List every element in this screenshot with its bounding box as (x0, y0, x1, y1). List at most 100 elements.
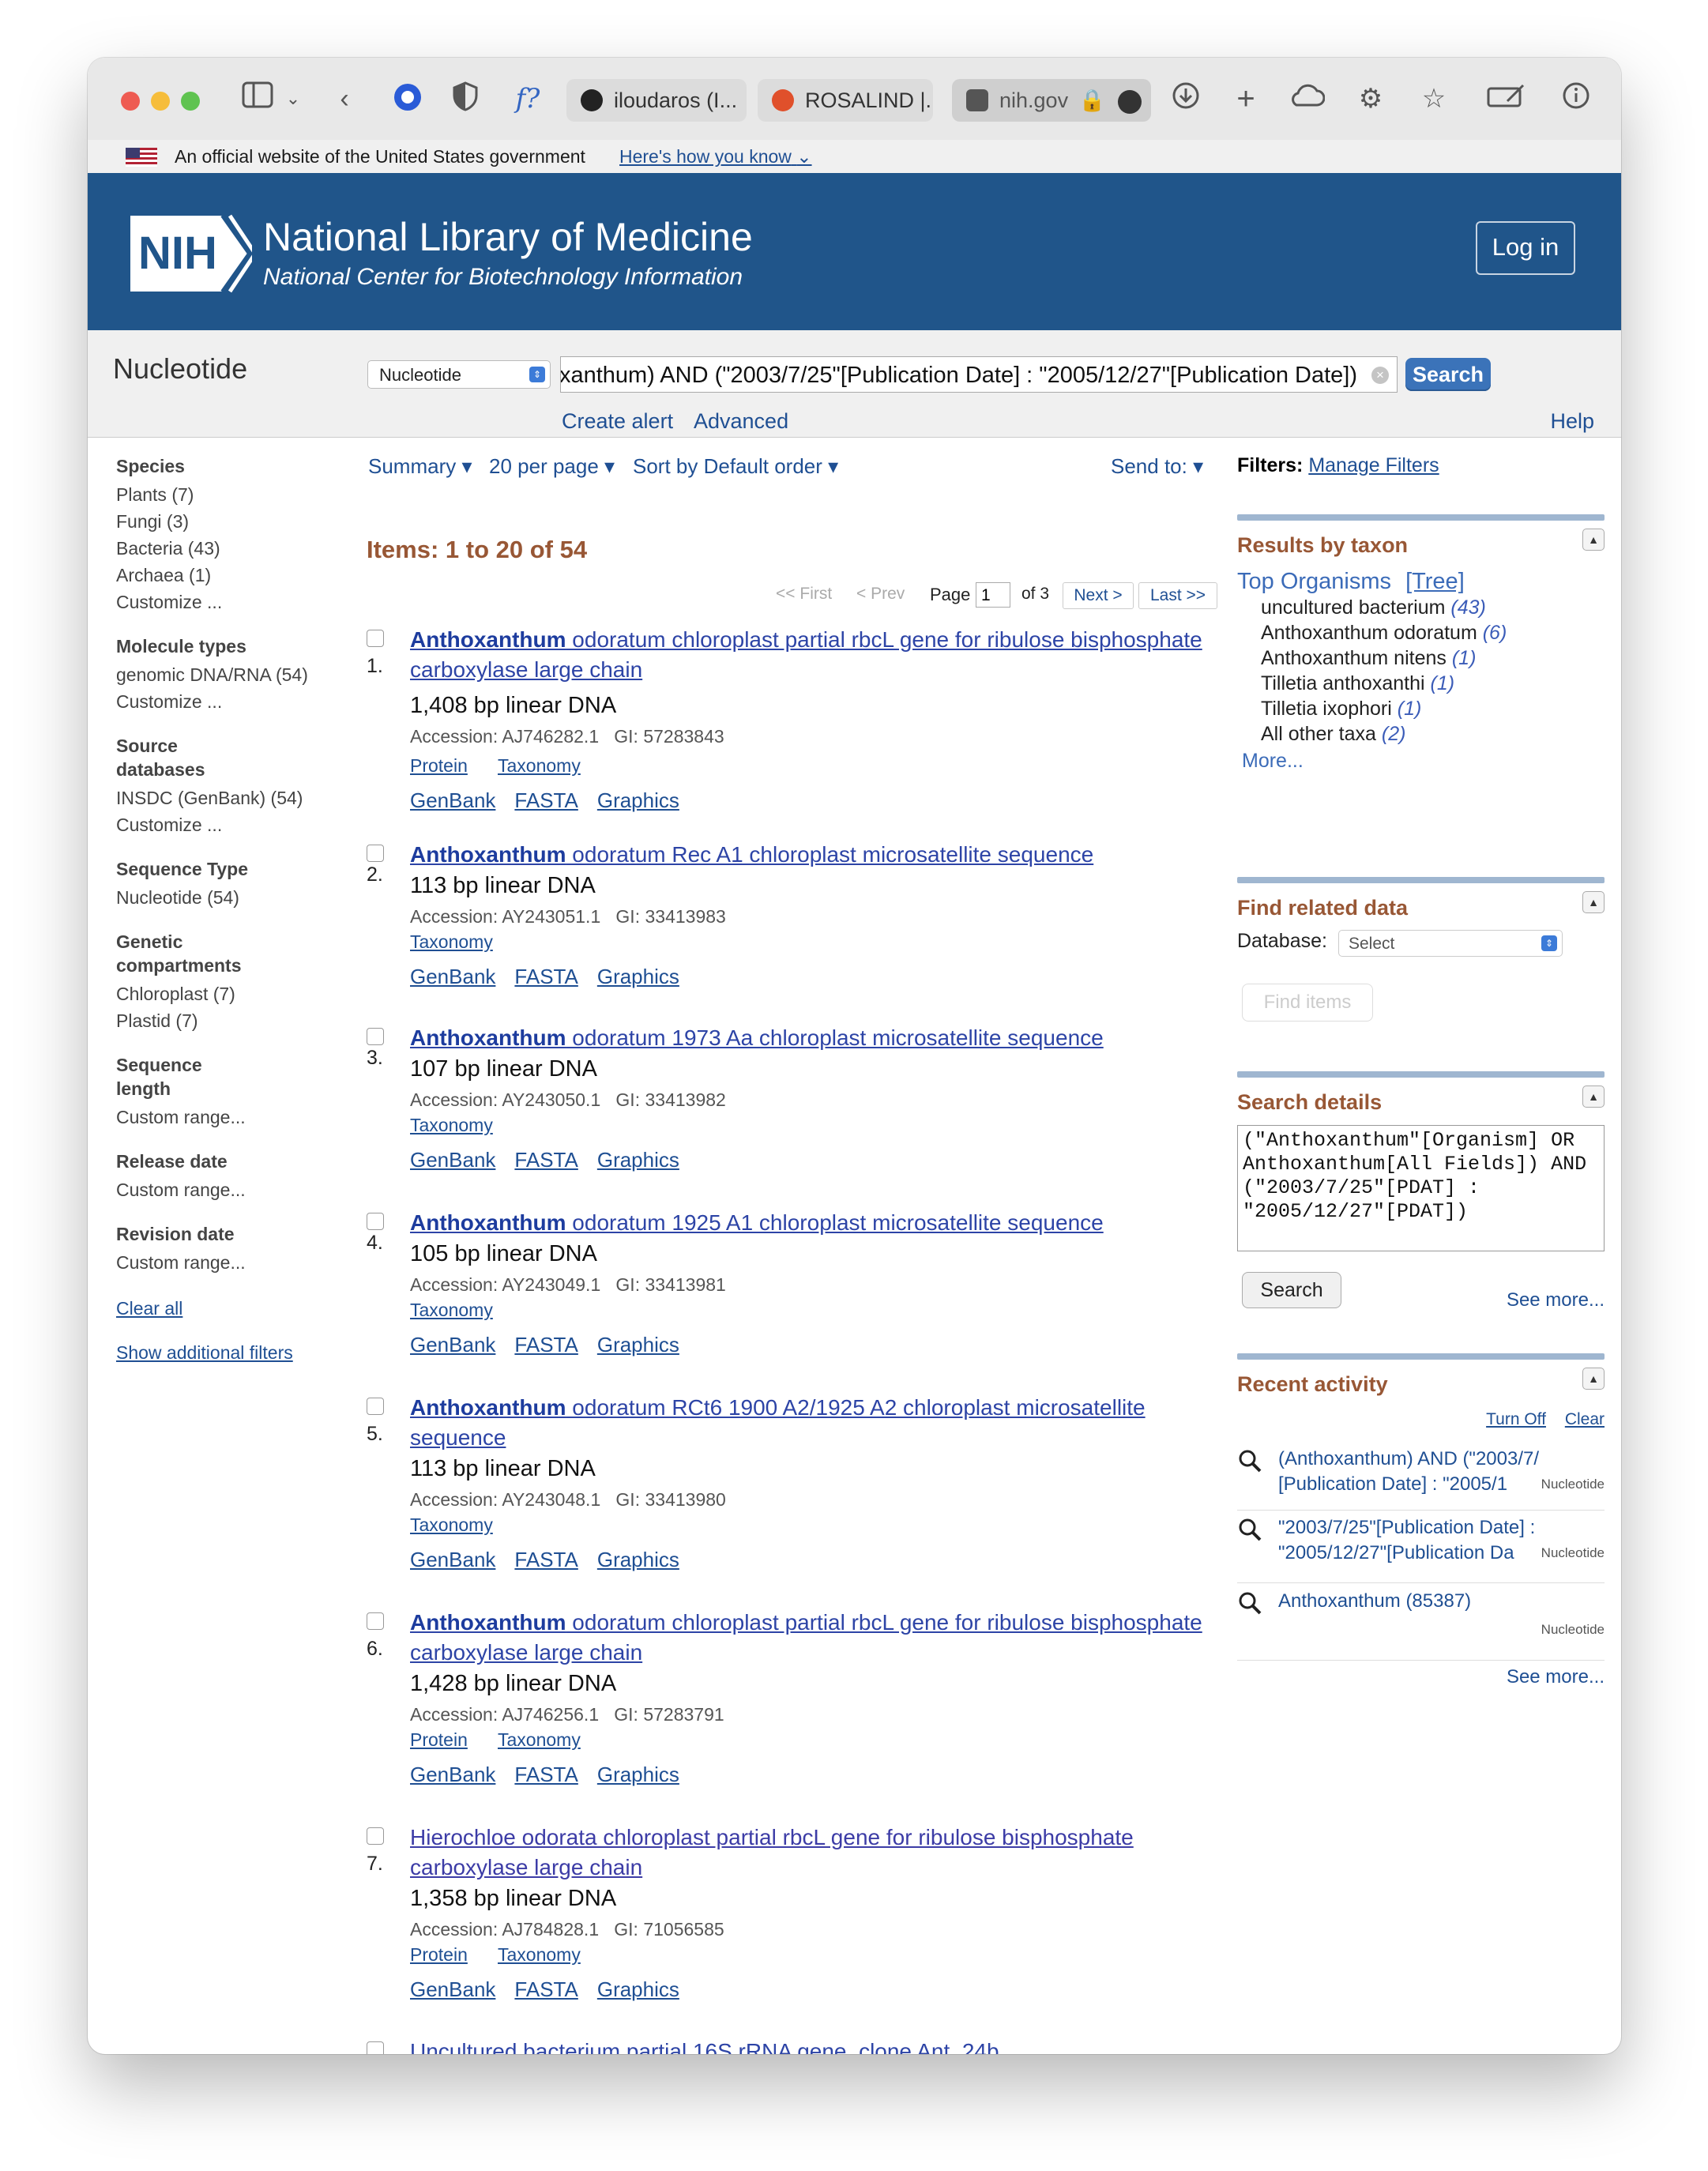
result-checkbox[interactable] (367, 2041, 384, 2054)
filter-custom-range[interactable]: Custom range... (116, 1176, 345, 1203)
result-taxonomy-link[interactable]: Taxonomy (498, 755, 581, 777)
sidebar-toggle-icon[interactable] (239, 81, 276, 116)
filter-item[interactable]: Archaea (1) (116, 562, 345, 589)
result-title-link[interactable]: Uncultured bacterium partial 16S rRNA ge… (410, 2037, 1204, 2054)
result-taxonomy-link[interactable]: Taxonomy (410, 931, 493, 953)
login-button[interactable]: Log in (1476, 221, 1575, 275)
fasta-link[interactable]: FASTA (514, 1977, 577, 2001)
tab-nih[interactable]: nih.gov 🔒 (952, 79, 1151, 122)
graphics-link[interactable]: Graphics (597, 788, 679, 812)
result-title-link[interactable]: Anthoxanthum odoratum chloroplast partia… (410, 625, 1208, 685)
result-checkbox[interactable] (367, 630, 384, 647)
filter-customize[interactable]: Customize ... (116, 811, 345, 838)
database-select[interactable]: Nucleotide ⇕ (367, 360, 551, 389)
back-arrow-icon[interactable]: ‹ (333, 81, 356, 116)
result-checkbox[interactable] (367, 1028, 384, 1045)
graphics-link[interactable]: Graphics (597, 1548, 679, 1571)
search-input[interactable]: (Anthoxanthum) AND ("2003/7/25"[Publicat… (560, 356, 1398, 393)
result-title-link[interactable]: Anthoxanthum odoratum RCt6 1900 A2/1925 … (410, 1393, 1208, 1453)
chevron-down-icon[interactable]: ⌄ (284, 81, 303, 116)
result-title-link[interactable]: Anthoxanthum odoratum Rec A1 chloroplast… (410, 840, 1208, 870)
taxon-item[interactable]: Anthoxanthum odoratum (6) (1237, 620, 1605, 645)
fasta-link[interactable]: FASTA (514, 1763, 577, 1786)
advanced-search-link[interactable]: Advanced (694, 409, 788, 434)
see-more-link[interactable]: See more... (1507, 1289, 1605, 1311)
manage-filters-link[interactable]: Manage Filters (1308, 454, 1439, 476)
recent-activity-item[interactable]: "2003/7/25"[Publication Date] : "2005/12/… (1237, 1515, 1605, 1583)
search-details-search-button[interactable]: Search (1242, 1272, 1341, 1308)
result-title-link[interactable]: Anthoxanthum odoratum 1973 Aa chloroplas… (410, 1023, 1208, 1053)
close-window-button[interactable] (121, 92, 140, 111)
genbank-link[interactable]: GenBank (410, 1977, 495, 2001)
star-icon[interactable]: ☆ (1418, 81, 1450, 116)
turn-off-link[interactable]: Turn Off (1486, 1410, 1546, 1428)
result-taxonomy-link[interactable]: Taxonomy (410, 1514, 493, 1536)
taxon-item[interactable]: All other taxa (2) (1237, 721, 1605, 747)
recent-activity-item[interactable]: Anthoxanthum (85387) Nucleotide (1237, 1589, 1605, 1661)
search-details-textarea[interactable]: ("Anthoxanthum"[Organism] OR Anthoxanthu… (1237, 1125, 1605, 1251)
collapse-icon[interactable]: ▲ (1582, 1368, 1605, 1390)
tab-close-icon[interactable] (966, 88, 988, 111)
related-database-select[interactable]: Select ⇕ (1338, 930, 1563, 957)
filter-item[interactable]: genomic DNA/RNA (54) (116, 661, 345, 688)
site-title[interactable]: National Library of Medicine (263, 214, 753, 260)
result-title-link[interactable]: Hierochloe odorata chloroplast partial r… (410, 1823, 1208, 1883)
result-taxonomy-link[interactable]: Taxonomy (410, 1115, 493, 1136)
download-icon[interactable] (1170, 81, 1202, 116)
collapse-icon[interactable]: ▲ (1582, 529, 1605, 551)
pager-last-button[interactable]: Last >> (1138, 582, 1217, 609)
taxon-item[interactable]: Tilletia ixophori (1) (1237, 696, 1605, 721)
tab-rosalind[interactable]: ROSALIND |... (758, 79, 933, 122)
more-taxa-link[interactable]: More... (1237, 750, 1605, 773)
recent-see-more-link[interactable]: See more... (1507, 1666, 1605, 1688)
taxon-item[interactable]: uncultured bacterium (43) (1237, 595, 1605, 620)
filter-customize[interactable]: Customize ... (116, 688, 345, 715)
clear-all-link[interactable]: Clear all (116, 1295, 345, 1322)
result-protein-link[interactable]: Protein (410, 1729, 468, 1751)
extension-blue-icon[interactable] (390, 81, 425, 116)
tab-github[interactable]: iloudaros (I... (566, 79, 747, 122)
fasta-link[interactable]: FASTA (514, 1333, 577, 1356)
clear-link[interactable]: Clear (1565, 1410, 1605, 1428)
result-title-link[interactable]: Anthoxanthum odoratum 1925 A1 chloroplas… (410, 1208, 1208, 1238)
result-checkbox[interactable] (367, 1213, 384, 1230)
filter-item[interactable]: Bacteria (43) (116, 535, 345, 562)
taxon-item[interactable]: Tilletia anthoxanthi (1) (1237, 671, 1605, 696)
function-icon[interactable]: f? (508, 81, 547, 116)
filter-item[interactable]: Plastid (7) (116, 1007, 345, 1034)
minimize-window-button[interactable] (151, 92, 170, 111)
show-additional-filters-link[interactable]: Show additional filters (116, 1339, 345, 1366)
filter-item[interactable]: Fungi (3) (116, 508, 345, 535)
recent-activity-item[interactable]: (Anthoxanthum) AND ("2003/7/25" [Publicat… (1237, 1447, 1605, 1511)
new-tab-icon[interactable]: + (1230, 81, 1262, 116)
more-icon[interactable] (1117, 89, 1142, 114)
graphics-link[interactable]: Graphics (597, 1763, 679, 1786)
pager-next-button[interactable]: Next > (1063, 582, 1134, 609)
fasta-link[interactable]: FASTA (514, 1548, 577, 1571)
page-number-input[interactable]: 1 (976, 582, 1010, 608)
heres-how-link[interactable]: Here's how you know ⌄ (619, 140, 812, 173)
graphics-link[interactable]: Graphics (597, 1333, 679, 1356)
fasta-link[interactable]: FASTA (514, 965, 577, 988)
filter-item[interactable]: Chloroplast (7) (116, 980, 345, 1007)
info-icon[interactable] (1560, 81, 1592, 116)
summary-dropdown[interactable]: Summary ▾ (368, 454, 472, 479)
fasta-link[interactable]: FASTA (514, 788, 577, 812)
result-taxonomy-link[interactable]: Taxonomy (498, 1944, 581, 1966)
tree-link[interactable]: [Tree] (1405, 569, 1465, 594)
genbank-link[interactable]: GenBank (410, 965, 495, 988)
result-checkbox[interactable] (367, 845, 384, 862)
genbank-link[interactable]: GenBank (410, 1333, 495, 1356)
filter-custom-range[interactable]: Custom range... (116, 1249, 345, 1276)
per-page-dropdown[interactable]: 20 per page ▾ (489, 454, 615, 479)
fasta-link[interactable]: FASTA (514, 1148, 577, 1172)
find-items-button[interactable]: Find items (1242, 984, 1373, 1022)
result-checkbox[interactable] (367, 1612, 384, 1630)
graphics-link[interactable]: Graphics (597, 965, 679, 988)
result-taxonomy-link[interactable]: Taxonomy (410, 1300, 493, 1321)
nih-logo[interactable]: NIH (129, 214, 258, 293)
shield-icon[interactable] (450, 81, 481, 116)
genbank-link[interactable]: GenBank (410, 1548, 495, 1571)
genbank-link[interactable]: GenBank (410, 1148, 495, 1172)
filter-item[interactable]: Nucleotide (54) (116, 884, 345, 911)
